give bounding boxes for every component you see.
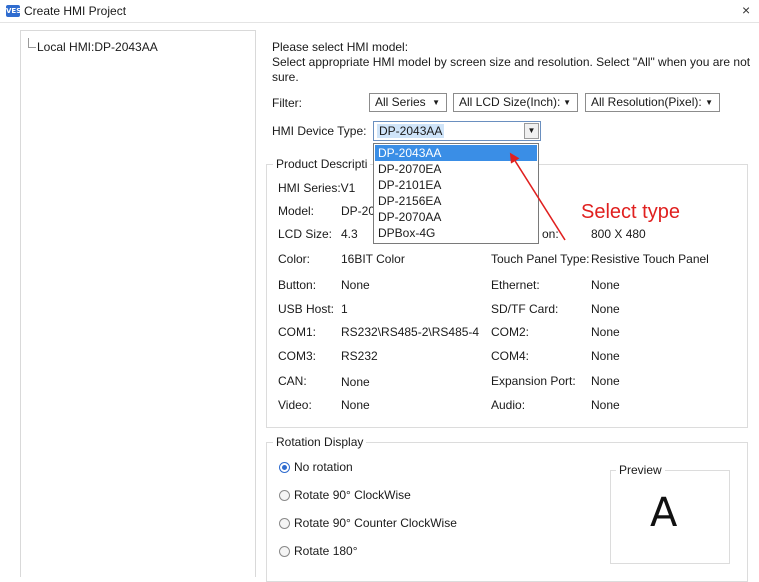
rotate-90-ccw-radio[interactable] (279, 518, 290, 529)
rotate-90-cw-label[interactable]: Rotate 90° ClockWise (294, 488, 411, 502)
no-rotation-label[interactable]: No rotation (294, 460, 353, 474)
select-type-annotation: Select type (581, 201, 680, 223)
rotate-180-radio[interactable] (279, 546, 290, 557)
preview-letter: A (650, 490, 678, 536)
preview-title: Preview (616, 463, 665, 477)
rotation-display-title: Rotation Display (273, 435, 367, 449)
rotate-90-cw-radio[interactable] (279, 490, 290, 501)
rotate-180-label[interactable]: Rotate 180° (294, 544, 358, 558)
rotate-90-ccw-label[interactable]: Rotate 90° Counter ClockWise (294, 516, 457, 530)
no-rotation-radio[interactable] (279, 462, 290, 473)
